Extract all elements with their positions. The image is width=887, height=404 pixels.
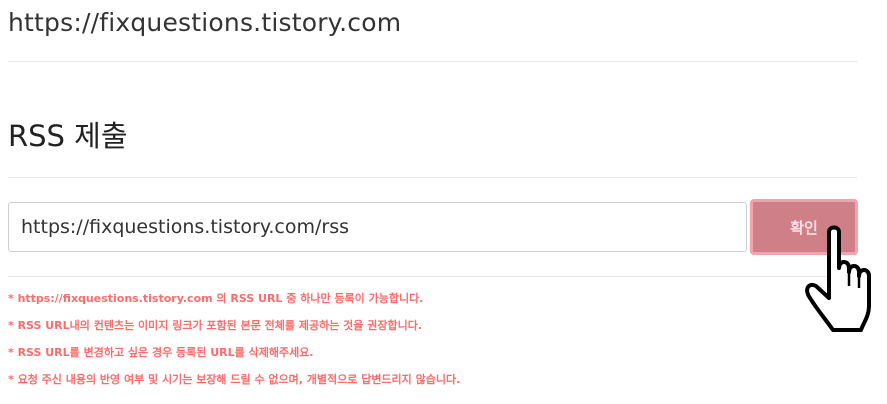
notice-list: * https://fixquestions.tistory.com 의 RSS… <box>8 290 460 398</box>
page-title: RSS 제출 <box>8 119 128 153</box>
notice-item: * RSS URL내의 컨텐츠는 이미지 링크가 포함된 본문 전체를 제공하는… <box>8 319 423 332</box>
notice-item: * https://fixquestions.tistory.com 의 RSS… <box>8 292 424 305</box>
divider <box>8 61 857 62</box>
notice-item: * 요청 주신 내용의 반영 여부 및 시기는 보장해 드릴 수 없으며, 개별… <box>8 373 461 386</box>
notice-item: * RSS URL를 변경하고 싶은 경우 등록된 URL를 삭제해주세요. <box>8 346 314 359</box>
divider <box>8 276 857 277</box>
hand-pointer-icon <box>805 225 871 332</box>
divider <box>8 177 857 178</box>
blog-url: https://fixquestions.tistory.com <box>8 8 402 37</box>
rss-url-input[interactable] <box>8 202 747 252</box>
